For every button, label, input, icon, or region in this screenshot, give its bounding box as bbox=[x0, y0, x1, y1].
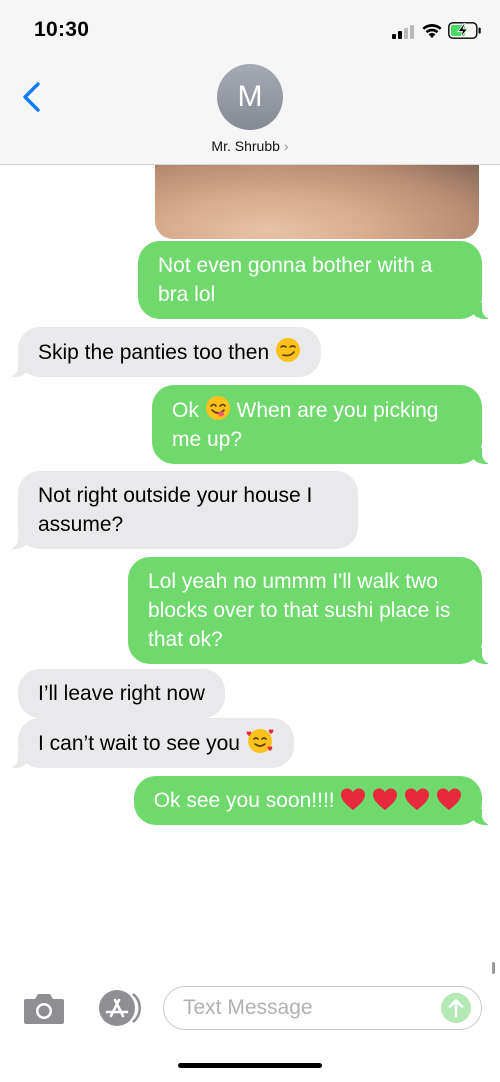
message-bubble-received[interactable]: I’ll leave right now bbox=[18, 669, 225, 718]
signal-icon bbox=[392, 25, 414, 39]
message-text: Not even gonna bother with a bra lol bbox=[158, 254, 433, 306]
status-time: 10:30 bbox=[34, 18, 90, 41]
red-heart-icon bbox=[405, 788, 430, 810]
message-bubble-sent[interactable]: Not even gonna bother with a bra lol bbox=[138, 241, 498, 319]
scroll-indicator[interactable] bbox=[492, 962, 495, 974]
battery-charging-icon bbox=[448, 22, 481, 39]
red-heart-icon bbox=[373, 788, 398, 810]
message-input[interactable] bbox=[183, 987, 413, 1028]
message-bubble-sent[interactable]: Ok see you soon!!!! bbox=[133, 776, 499, 825]
red-heart-icon bbox=[437, 788, 461, 810]
send-arrow-icon bbox=[448, 999, 464, 1018]
contact-name: Mr. Shrubb bbox=[211, 138, 280, 154]
smiling-face-with-hearts-icon bbox=[246, 729, 274, 753]
message-text: Ok see you soon!!!! bbox=[153, 789, 335, 812]
app-store-icon[interactable] bbox=[93, 988, 145, 1028]
back-chevron-icon[interactable] bbox=[18, 80, 48, 114]
message-bubble-sent[interactable]: Lol yeah no ummm I'll walk two blocks ov… bbox=[128, 557, 498, 664]
avatar[interactable]: M bbox=[217, 64, 283, 130]
message-bubble-received[interactable]: I can’t wait to see you bbox=[2, 718, 294, 768]
face-savoring-food-icon bbox=[205, 396, 230, 420]
message-bubble-received[interactable]: Not right outside your house I assume? bbox=[2, 471, 358, 549]
message-text: I’ll leave right now bbox=[38, 682, 205, 705]
image-attachment[interactable] bbox=[155, 160, 479, 239]
message-bubble-received[interactable]: Skip the panties too then bbox=[1, 327, 322, 377]
send-button[interactable] bbox=[441, 993, 471, 1023]
smirking-face-icon bbox=[276, 338, 301, 362]
home-indicator[interactable] bbox=[178, 1063, 322, 1068]
camera-icon[interactable] bbox=[22, 990, 66, 1026]
message-text: I can’t wait to see you bbox=[38, 732, 240, 755]
message-text: Lol yeah no ummm I'll walk two blocks ov… bbox=[148, 570, 451, 651]
message-bubble-sent[interactable]: Ok When are you picking me up? bbox=[152, 385, 498, 464]
chevron-right-icon: › bbox=[283, 138, 289, 154]
message-text: Skip the panties too then bbox=[38, 341, 270, 364]
red-heart-icons bbox=[340, 788, 462, 812]
wifi-icon bbox=[422, 23, 442, 38]
status-bar: 10:30 bbox=[0, 0, 500, 56]
red-heart-icon bbox=[341, 788, 366, 810]
message-text: Ok bbox=[172, 399, 199, 422]
message-text: Not right outside your house I assume? bbox=[38, 484, 313, 536]
message-input-container[interactable] bbox=[163, 986, 482, 1030]
contact-name-button[interactable]: Mr. Shrubb › bbox=[0, 138, 500, 154]
